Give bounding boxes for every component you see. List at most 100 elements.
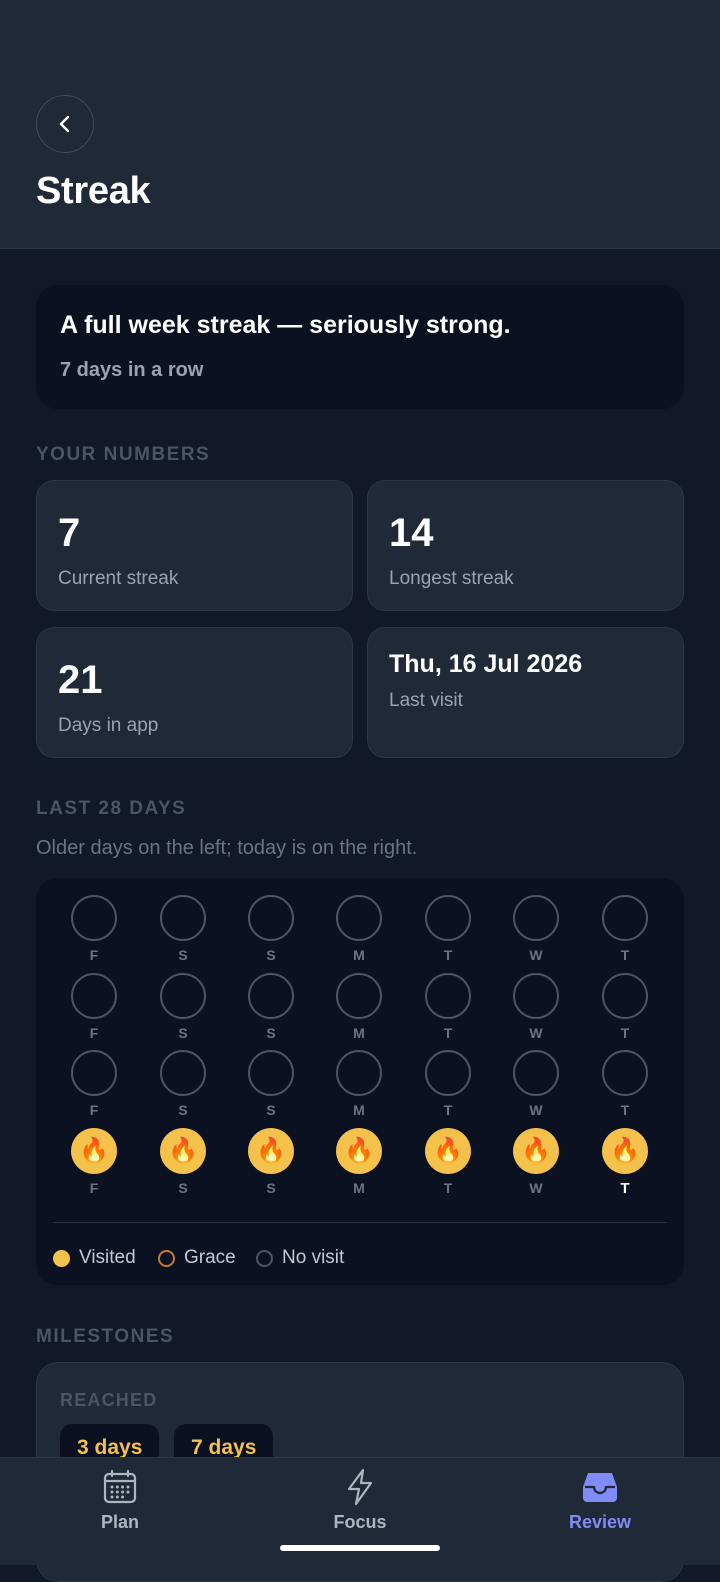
- days-in-app-label: Days in app: [58, 715, 159, 736]
- day-no-visit: [248, 895, 294, 941]
- section-milestones: MILESTONES: [36, 1326, 175, 1347]
- days-in-app-value: 21: [58, 658, 103, 702]
- legend-no-visit-label: No visit: [282, 1247, 345, 1268]
- flame-icon: 🔥: [521, 1137, 551, 1164]
- nav-plan-label: Plan: [100, 1512, 139, 1532]
- day-label: F: [89, 1025, 99, 1041]
- streak-calendar: Visited Grace No visit F S S M T W T F S S M T W T F S S…: [36, 878, 684, 1285]
- day-no-visit: [425, 895, 471, 941]
- day-label: S: [266, 947, 276, 963]
- flame-icon: 🔥: [433, 1137, 463, 1164]
- day-no-visit: [602, 895, 648, 941]
- reached-label: REACHED: [60, 1390, 158, 1410]
- day-label: T: [443, 1180, 453, 1196]
- streak-message: A full week streak — seriously strong.: [60, 311, 511, 339]
- day-label: M: [353, 1025, 365, 1041]
- day-label: M: [353, 1102, 365, 1118]
- nav-review[interactable]: Review: [520, 1458, 680, 1548]
- flame-icon: 🔥: [168, 1137, 198, 1164]
- last-visit-value: Thu, 16 Jul 2026: [389, 650, 583, 678]
- flame-icon: 🔥: [79, 1137, 109, 1164]
- legend-grace: Grace: [158, 1247, 236, 1269]
- current-streak-value: 7: [58, 511, 81, 555]
- day-no-visit: [336, 973, 382, 1019]
- day-label: M: [353, 947, 365, 963]
- bottom-nav: Plan Focus Review: [0, 1457, 720, 1565]
- nav-focus-label: Focus: [333, 1512, 387, 1532]
- day-label: S: [266, 1180, 276, 1196]
- inbox-icon: [581, 1468, 619, 1506]
- flame-icon: 🔥: [344, 1137, 374, 1164]
- day-visited: 🔥: [602, 1128, 648, 1174]
- nav-review-label: Review: [568, 1512, 632, 1532]
- no-visit-dot-icon: [256, 1249, 273, 1267]
- day-visited: 🔥: [248, 1128, 294, 1174]
- visited-dot-icon: [53, 1249, 70, 1267]
- back-button[interactable]: [36, 95, 94, 153]
- day-no-visit: [71, 895, 117, 941]
- nav-focus[interactable]: Focus: [280, 1458, 440, 1548]
- day-label: S: [178, 1025, 188, 1041]
- day-label: T: [443, 947, 453, 963]
- calendar-icon: [101, 1468, 139, 1506]
- legend-no-visit: No visit: [256, 1247, 344, 1269]
- day-label: F: [89, 1180, 99, 1196]
- day-no-visit: [513, 973, 559, 1019]
- day-no-visit: [160, 895, 206, 941]
- day-no-visit: [248, 1050, 294, 1096]
- last-visit-label: Last visit: [389, 690, 463, 711]
- day-label: T: [443, 1102, 453, 1118]
- calendar-divider: [53, 1222, 667, 1223]
- day-no-visit: [602, 1050, 648, 1096]
- calendar-hint: Older days on the left; today is on the …: [36, 837, 418, 859]
- legend-grace-label: Grace: [184, 1247, 236, 1268]
- day-label: T: [443, 1025, 453, 1041]
- day-label: S: [178, 947, 188, 963]
- flame-icon: 🔥: [610, 1137, 640, 1164]
- day-no-visit: [513, 895, 559, 941]
- header: Streak: [0, 0, 720, 249]
- day-no-visit: [425, 973, 471, 1019]
- longest-streak-label: Longest streak: [389, 568, 514, 589]
- section-your-numbers: YOUR NUMBERS: [36, 444, 211, 465]
- chevron-left-icon: [59, 115, 70, 133]
- day-label: S: [266, 1025, 276, 1041]
- day-label: M: [353, 1180, 365, 1196]
- lightning-icon: [341, 1468, 379, 1506]
- day-label: S: [178, 1180, 188, 1196]
- legend-visited: Visited: [53, 1247, 136, 1269]
- longest-streak-card: 14 Longest streak: [367, 480, 684, 611]
- streak-subtitle: 7 days in a row: [60, 359, 204, 381]
- day-no-visit: [71, 1050, 117, 1096]
- day-visited: 🔥: [160, 1128, 206, 1174]
- day-label: S: [178, 1102, 188, 1118]
- day-visited: 🔥: [336, 1128, 382, 1174]
- streak-summary-card: A full week streak — seriously strong. 7…: [36, 285, 684, 409]
- day-no-visit: [425, 1050, 471, 1096]
- section-last-28-days: LAST 28 DAYS: [36, 798, 187, 819]
- last-visit-card: Thu, 16 Jul 2026 Last visit: [367, 627, 684, 758]
- day-label: W: [529, 1102, 543, 1118]
- day-visited: 🔥: [71, 1128, 117, 1174]
- day-label: T: [620, 947, 630, 963]
- day-no-visit: [513, 1050, 559, 1096]
- day-no-visit: [248, 973, 294, 1019]
- nav-plan[interactable]: Plan: [40, 1458, 200, 1548]
- day-no-visit: [336, 895, 382, 941]
- day-label: W: [529, 947, 543, 963]
- day-no-visit: [160, 1050, 206, 1096]
- day-label: W: [529, 1180, 543, 1196]
- day-label: S: [266, 1102, 276, 1118]
- longest-streak-value: 14: [389, 511, 434, 555]
- day-visited: 🔥: [513, 1128, 559, 1174]
- day-no-visit: [160, 973, 206, 1019]
- current-streak-card: 7 Current streak: [36, 480, 353, 611]
- home-indicator[interactable]: [280, 1545, 440, 1551]
- page-title: Streak: [36, 170, 151, 212]
- day-no-visit: [336, 1050, 382, 1096]
- day-no-visit: [71, 973, 117, 1019]
- day-label: F: [89, 947, 99, 963]
- day-visited: 🔥: [425, 1128, 471, 1174]
- flame-icon: 🔥: [256, 1137, 286, 1164]
- current-streak-label: Current streak: [58, 568, 179, 589]
